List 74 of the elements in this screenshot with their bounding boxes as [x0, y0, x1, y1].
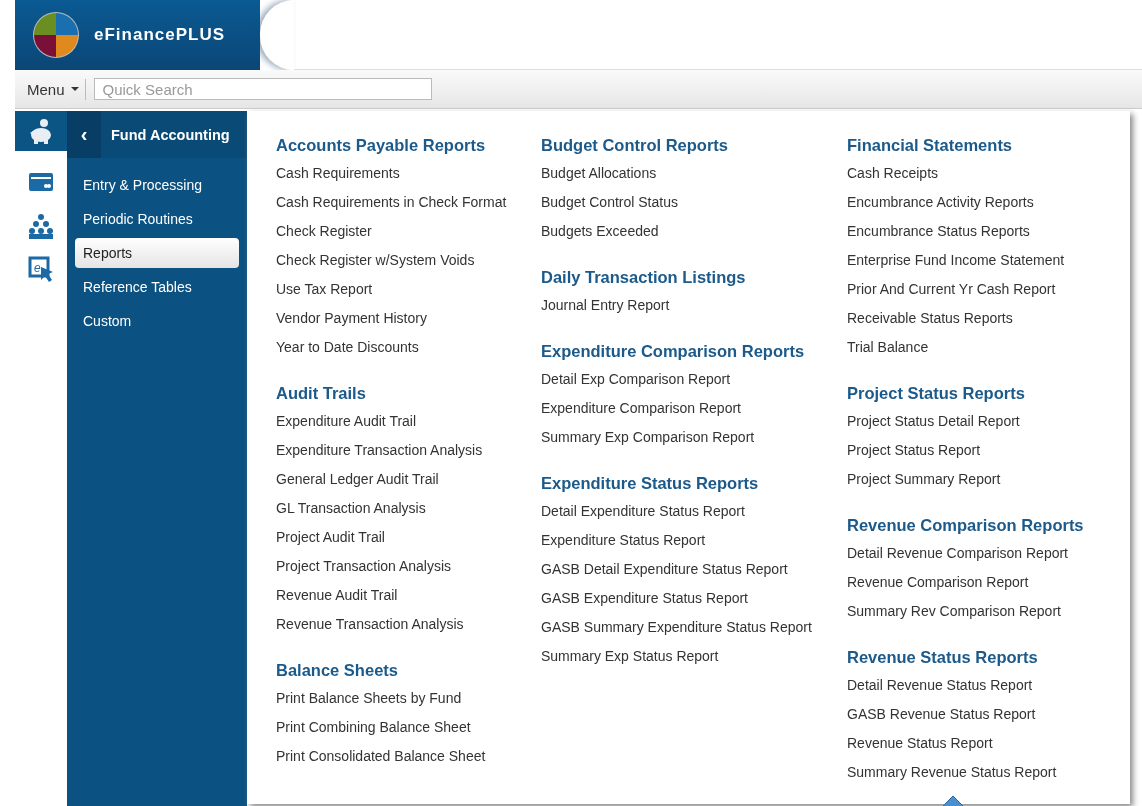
people-icon[interactable] — [28, 213, 54, 240]
report-link[interactable]: Revenue Audit Trail — [276, 581, 541, 610]
sidebar-item[interactable]: Reference Tables — [75, 272, 239, 302]
report-link[interactable]: Encumbrance Status Reports — [847, 217, 1130, 246]
section-heading: Project Status Reports — [847, 383, 1026, 404]
report-link[interactable]: Project Audit Trail — [276, 523, 541, 552]
sidebar-title: Fund Accounting — [110, 126, 230, 143]
pointer-icon — [940, 795, 966, 806]
sidebar-item[interactable]: Reports — [75, 238, 239, 268]
back-button[interactable]: ‹ — [67, 111, 101, 158]
report-link[interactable]: Budget Allocations — [541, 159, 847, 188]
report-link[interactable]: Year to Date Discounts — [276, 333, 541, 362]
report-link[interactable]: Detail Revenue Status Report — [847, 671, 1130, 700]
product-name: eFinancePLUS — [94, 25, 226, 45]
report-link[interactable]: General Ledger Audit Trail — [276, 465, 541, 494]
section-heading: Budget Control Reports — [541, 135, 729, 156]
section-heading: Expenditure Status Reports — [541, 473, 760, 494]
report-link[interactable]: Use Tax Report — [276, 275, 541, 304]
report-link[interactable]: Summary Rev Comparison Report — [847, 597, 1130, 626]
report-link[interactable]: Project Transaction Analysis — [276, 552, 541, 581]
report-link[interactable]: Encumbrance Activity Reports — [847, 188, 1130, 217]
report-link[interactable]: Detail Exp Comparison Report — [541, 365, 847, 394]
header-curve — [260, 0, 294, 70]
section-heading: Balance Sheets — [276, 660, 399, 681]
search-field[interactable]: Quick Search — [93, 78, 432, 100]
report-link[interactable]: Cash Receipts — [847, 159, 1130, 188]
report-link[interactable]: GL Transaction Analysis — [276, 494, 541, 523]
report-link[interactable]: Summary Exp Comparison Report — [541, 423, 847, 452]
report-link[interactable]: GASB Expenditure Status Report — [541, 584, 847, 613]
report-link[interactable]: Project Status Detail Report — [847, 407, 1130, 436]
sidebar-item[interactable]: Custom — [75, 306, 239, 336]
report-link[interactable]: Check Register — [276, 217, 541, 246]
sidebar-item[interactable]: Periodic Routines — [75, 204, 239, 234]
report-link[interactable]: Summary Exp Status Report — [541, 642, 847, 671]
section-heading: Audit Trails — [276, 383, 367, 404]
report-link[interactable]: Check Register w/System Voids — [276, 246, 541, 275]
report-link[interactable]: Budget Control Status — [541, 188, 847, 217]
report-link[interactable]: Revenue Transaction Analysis — [276, 610, 541, 639]
report-link[interactable]: Revenue Comparison Report — [847, 568, 1130, 597]
report-link[interactable]: Receivable Status Reports — [847, 304, 1130, 333]
report-link[interactable]: Project Summary Report — [847, 465, 1130, 494]
report-link[interactable]: Detail Expenditure Status Report — [541, 497, 847, 526]
report-link[interactable]: Expenditure Comparison Report — [541, 394, 847, 423]
section-heading: Revenue Comparison Reports — [847, 515, 1085, 536]
report-link[interactable]: GASB Detail Expenditure Status Report — [541, 555, 847, 584]
report-link[interactable]: Expenditure Transaction Analysis — [276, 436, 541, 465]
menu-button[interactable]: Menu — [27, 78, 86, 100]
report-link[interactable]: Expenditure Audit Trail — [276, 407, 541, 436]
report-link[interactable]: Prior And Current Yr Cash Report — [847, 275, 1130, 304]
report-link[interactable]: Vendor Payment History — [276, 304, 541, 333]
sidebar-item[interactable]: Entry & Processing — [75, 170, 239, 200]
report-link[interactable]: GASB Summary Expenditure Status Report — [541, 613, 847, 642]
logo-icon — [32, 11, 80, 59]
section-heading: Expenditure Comparison Reports — [541, 341, 806, 362]
report-link[interactable]: Budgets Exceeded — [541, 217, 847, 246]
report-link[interactable]: Cash Requirements — [276, 159, 541, 188]
report-link[interactable]: Enterprise Fund Income Statement — [847, 246, 1130, 275]
piggy-bank-icon[interactable] — [28, 117, 54, 145]
report-link[interactable]: Detail Revenue Comparison Report — [847, 539, 1130, 568]
section-heading: Financial Statements — [847, 135, 1014, 156]
report-link[interactable]: Trial Balance — [847, 333, 1130, 362]
report-link[interactable]: Project Status Report — [847, 436, 1130, 465]
report-link[interactable]: Print Consolidated Balance Sheet — [276, 742, 541, 771]
report-link[interactable]: Summary Revenue Status Report — [847, 758, 1130, 787]
report-link[interactable]: Journal Entry Report — [541, 291, 847, 320]
section-heading: Daily Transaction Listings — [541, 267, 747, 288]
report-link[interactable]: GASB Revenue Status Report — [847, 700, 1130, 729]
report-link[interactable]: Print Combining Balance Sheet — [276, 713, 541, 742]
report-link[interactable]: Print Balance Sheets by Fund — [276, 684, 541, 713]
report-link[interactable]: Revenue Status Report — [847, 729, 1130, 758]
report-link[interactable]: Cash Requirements in Check Format — [276, 188, 541, 217]
section-heading: Revenue Status Reports — [847, 647, 1039, 668]
report-link[interactable]: Expenditure Status Report — [541, 526, 847, 555]
section-heading: Accounts Payable Reports — [276, 135, 487, 156]
